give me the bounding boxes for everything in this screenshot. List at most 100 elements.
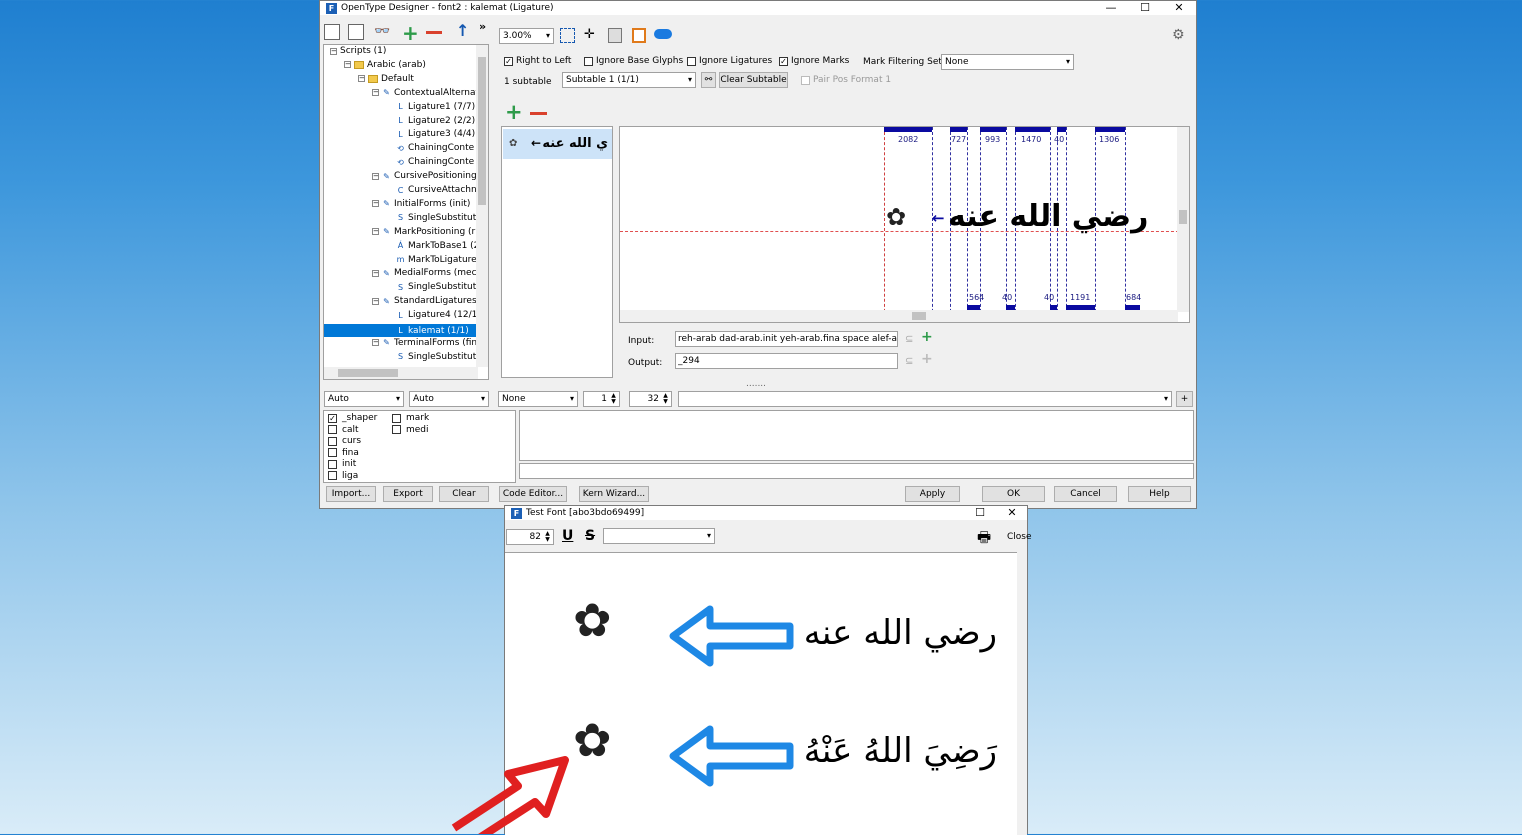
close-test-button[interactable]: Close bbox=[1007, 532, 1032, 542]
output-field[interactable] bbox=[675, 353, 898, 369]
rules-list[interactable]: ي الله عنه ← ✿ bbox=[501, 126, 613, 378]
remove-icon[interactable] bbox=[426, 31, 442, 34]
add-sample-button[interactable]: + bbox=[1176, 391, 1193, 407]
tree-item[interactable]: − ✎ MedialForms (mec bbox=[372, 268, 477, 278]
cloud-icon[interactable] bbox=[654, 29, 672, 39]
fit-icon[interactable] bbox=[560, 28, 575, 43]
tree-hscroll-thumb[interactable] bbox=[338, 369, 398, 377]
settings-gear-icon[interactable]: ⚙ bbox=[1172, 27, 1185, 43]
sample-text-select[interactable]: ▾ bbox=[678, 391, 1172, 407]
add-input-icon[interactable]: + bbox=[921, 329, 933, 345]
input-field[interactable] bbox=[675, 331, 898, 347]
collapse-icon[interactable]: − bbox=[358, 75, 365, 83]
tree-hscrollbar[interactable] bbox=[324, 367, 478, 379]
rule-item-selected[interactable]: ي الله عنه ← ✿ bbox=[503, 129, 612, 159]
remove-rule-icon[interactable] bbox=[530, 112, 547, 115]
tree-item[interactable]: − ✎ TerminalForms (fin bbox=[372, 338, 477, 348]
font-size-spinner[interactable]: 82 ▲ ▼ bbox=[506, 529, 554, 545]
code-editor-button[interactable]: Code Editor... bbox=[499, 486, 567, 502]
size-spinner-1[interactable]: 1 ▲ ▼ bbox=[583, 391, 620, 407]
tree-item[interactable]: L Ligature1 (7/7) bbox=[386, 102, 475, 112]
collapse-icon[interactable]: − bbox=[330, 47, 337, 55]
size-spinner-2[interactable]: 32 ▲ ▼ bbox=[629, 391, 672, 407]
direction-select[interactable]: None ▾ bbox=[498, 391, 578, 407]
tree-item[interactable]: − ✎ StandardLigatures bbox=[372, 296, 477, 306]
collapse-icon[interactable]: − bbox=[372, 89, 379, 97]
more-icon[interactable]: » bbox=[479, 20, 486, 33]
tree-item[interactable]: − Default bbox=[358, 74, 414, 84]
new-lookup-icon[interactable] bbox=[324, 24, 340, 40]
add-icon[interactable]: + bbox=[402, 21, 419, 45]
feature-checkbox-init[interactable]: init bbox=[328, 459, 356, 469]
glyph-picker-icon[interactable]: ⊆ bbox=[905, 356, 913, 367]
help-button[interactable]: Help bbox=[1128, 486, 1191, 502]
preview-hscrollbar[interactable] bbox=[620, 310, 1178, 322]
clear-subtable-button[interactable]: Clear Subtable bbox=[719, 72, 788, 88]
collapse-icon[interactable]: − bbox=[372, 269, 379, 277]
tree-item[interactable]: m MarkToLigature bbox=[386, 255, 477, 265]
ok-button[interactable]: OK bbox=[982, 486, 1045, 502]
feature-checkbox-mark[interactable]: mark bbox=[392, 413, 429, 423]
subtable-select[interactable]: Subtable 1 (1/1) ▾ bbox=[562, 72, 696, 88]
language-select[interactable]: Auto ▾ bbox=[409, 391, 489, 407]
zoom-select[interactable]: 3.00% ▾ bbox=[499, 28, 554, 44]
tree-item[interactable]: S SingleSubstitut bbox=[386, 213, 476, 223]
strikethrough-button[interactable]: S bbox=[585, 528, 595, 544]
spin-arrows-icon[interactable]: ▲ ▼ bbox=[609, 393, 618, 405]
clear-button[interactable]: Clear bbox=[439, 486, 489, 502]
apply-button[interactable]: Apply bbox=[905, 486, 960, 502]
tree-item[interactable]: L Ligature3 (4/4) bbox=[386, 129, 475, 139]
cancel-button[interactable]: Cancel bbox=[1054, 486, 1117, 502]
spin-arrows-icon[interactable]: ▲ ▼ bbox=[543, 531, 552, 543]
close-button[interactable]: ✕ bbox=[1162, 1, 1196, 15]
feature-list[interactable]: ✓ _shaper calt curs fina init liga mark medi bbox=[323, 410, 516, 483]
tree-item[interactable]: Lkalemat (1/1) bbox=[324, 324, 478, 337]
lookup-tree[interactable]: − Scripts (1) − Arabic (arab) − Default − ✎ Cont… bbox=[323, 44, 489, 380]
add-rule-icon[interactable]: + bbox=[505, 100, 523, 124]
feature-checkbox-fina[interactable]: fina bbox=[328, 448, 359, 458]
collapse-icon[interactable]: − bbox=[372, 200, 379, 208]
tree-item[interactable]: L Ligature4 (12/1 bbox=[386, 310, 477, 320]
feature-checkbox-calt[interactable]: calt bbox=[328, 425, 359, 435]
right-to-left-checkbox[interactable]: ✓ Right to Left bbox=[504, 56, 571, 66]
find-lookup-icon[interactable] bbox=[348, 24, 364, 40]
glyph-picker-icon[interactable]: ⊆ bbox=[905, 334, 913, 345]
splitter-handle[interactable]: ....... bbox=[746, 379, 766, 389]
move-up-icon[interactable]: ↑ bbox=[456, 21, 469, 40]
feature-checkbox-shaper[interactable]: ✓ _shaper bbox=[328, 413, 377, 423]
ignore-marks-checkbox[interactable]: ✓ Ignore Marks bbox=[779, 56, 849, 66]
import-button[interactable]: Import... bbox=[326, 486, 376, 502]
tree-item[interactable]: C CursiveAttachn bbox=[386, 185, 477, 195]
preview-hscroll-thumb[interactable] bbox=[912, 312, 926, 320]
export-button[interactable]: Export bbox=[383, 486, 433, 502]
close-button[interactable]: ✕ bbox=[995, 506, 1029, 520]
tree-item[interactable]: − Scripts (1) bbox=[330, 46, 386, 56]
feature-preset-select[interactable]: ▾ bbox=[603, 528, 715, 544]
kern-wizard-button[interactable]: Kern Wizard... bbox=[579, 486, 649, 502]
link-icon[interactable]: ⚯ bbox=[701, 72, 716, 88]
preview-vscrollbar[interactable] bbox=[1177, 127, 1189, 312]
ignore-ligatures-checkbox[interactable]: Ignore Ligatures bbox=[687, 56, 772, 66]
tree-item[interactable]: − ✎ MarkPositioning (r bbox=[372, 227, 475, 237]
tree-item[interactable]: ⟲ ChainingConte bbox=[386, 143, 474, 153]
collapse-icon[interactable]: − bbox=[372, 228, 379, 236]
test-text-area[interactable]: رضي الله عنه ✿ رَضِيَ اللهُ عَنْهُ ✿ bbox=[505, 552, 1027, 835]
tree-item[interactable]: − ✎ ContextualAlternat bbox=[372, 88, 479, 98]
grid-icon[interactable] bbox=[608, 28, 622, 43]
minimize-button[interactable]: — bbox=[1094, 1, 1128, 15]
title-bar[interactable]: F OpenType Designer - font2 : kalemat (L… bbox=[320, 1, 1196, 15]
test-font-title-bar[interactable]: F Test Font [abo3bdo69499] ☐ ✕ bbox=[505, 506, 1027, 520]
collapse-icon[interactable]: − bbox=[372, 172, 379, 180]
mark-filtering-set-select[interactable]: None ▾ bbox=[941, 54, 1074, 70]
tree-item[interactable]: S SingleSubstitut bbox=[386, 352, 476, 362]
script-select[interactable]: Auto ▾ bbox=[324, 391, 404, 407]
feature-checkbox-medi[interactable]: medi bbox=[392, 425, 429, 435]
underline-button[interactable]: U bbox=[562, 528, 573, 544]
spin-arrows-icon[interactable]: ▲ ▼ bbox=[661, 393, 670, 405]
maximize-button[interactable]: ☐ bbox=[1128, 1, 1162, 15]
tree-item[interactable]: − ✎ InitialForms (init) bbox=[372, 199, 470, 209]
collapse-icon[interactable]: − bbox=[372, 339, 379, 347]
tree-item[interactable]: − ✎ CursivePositioning bbox=[372, 171, 477, 181]
tree-vscrollbar[interactable] bbox=[476, 45, 488, 367]
collapse-icon[interactable]: − bbox=[344, 61, 351, 69]
